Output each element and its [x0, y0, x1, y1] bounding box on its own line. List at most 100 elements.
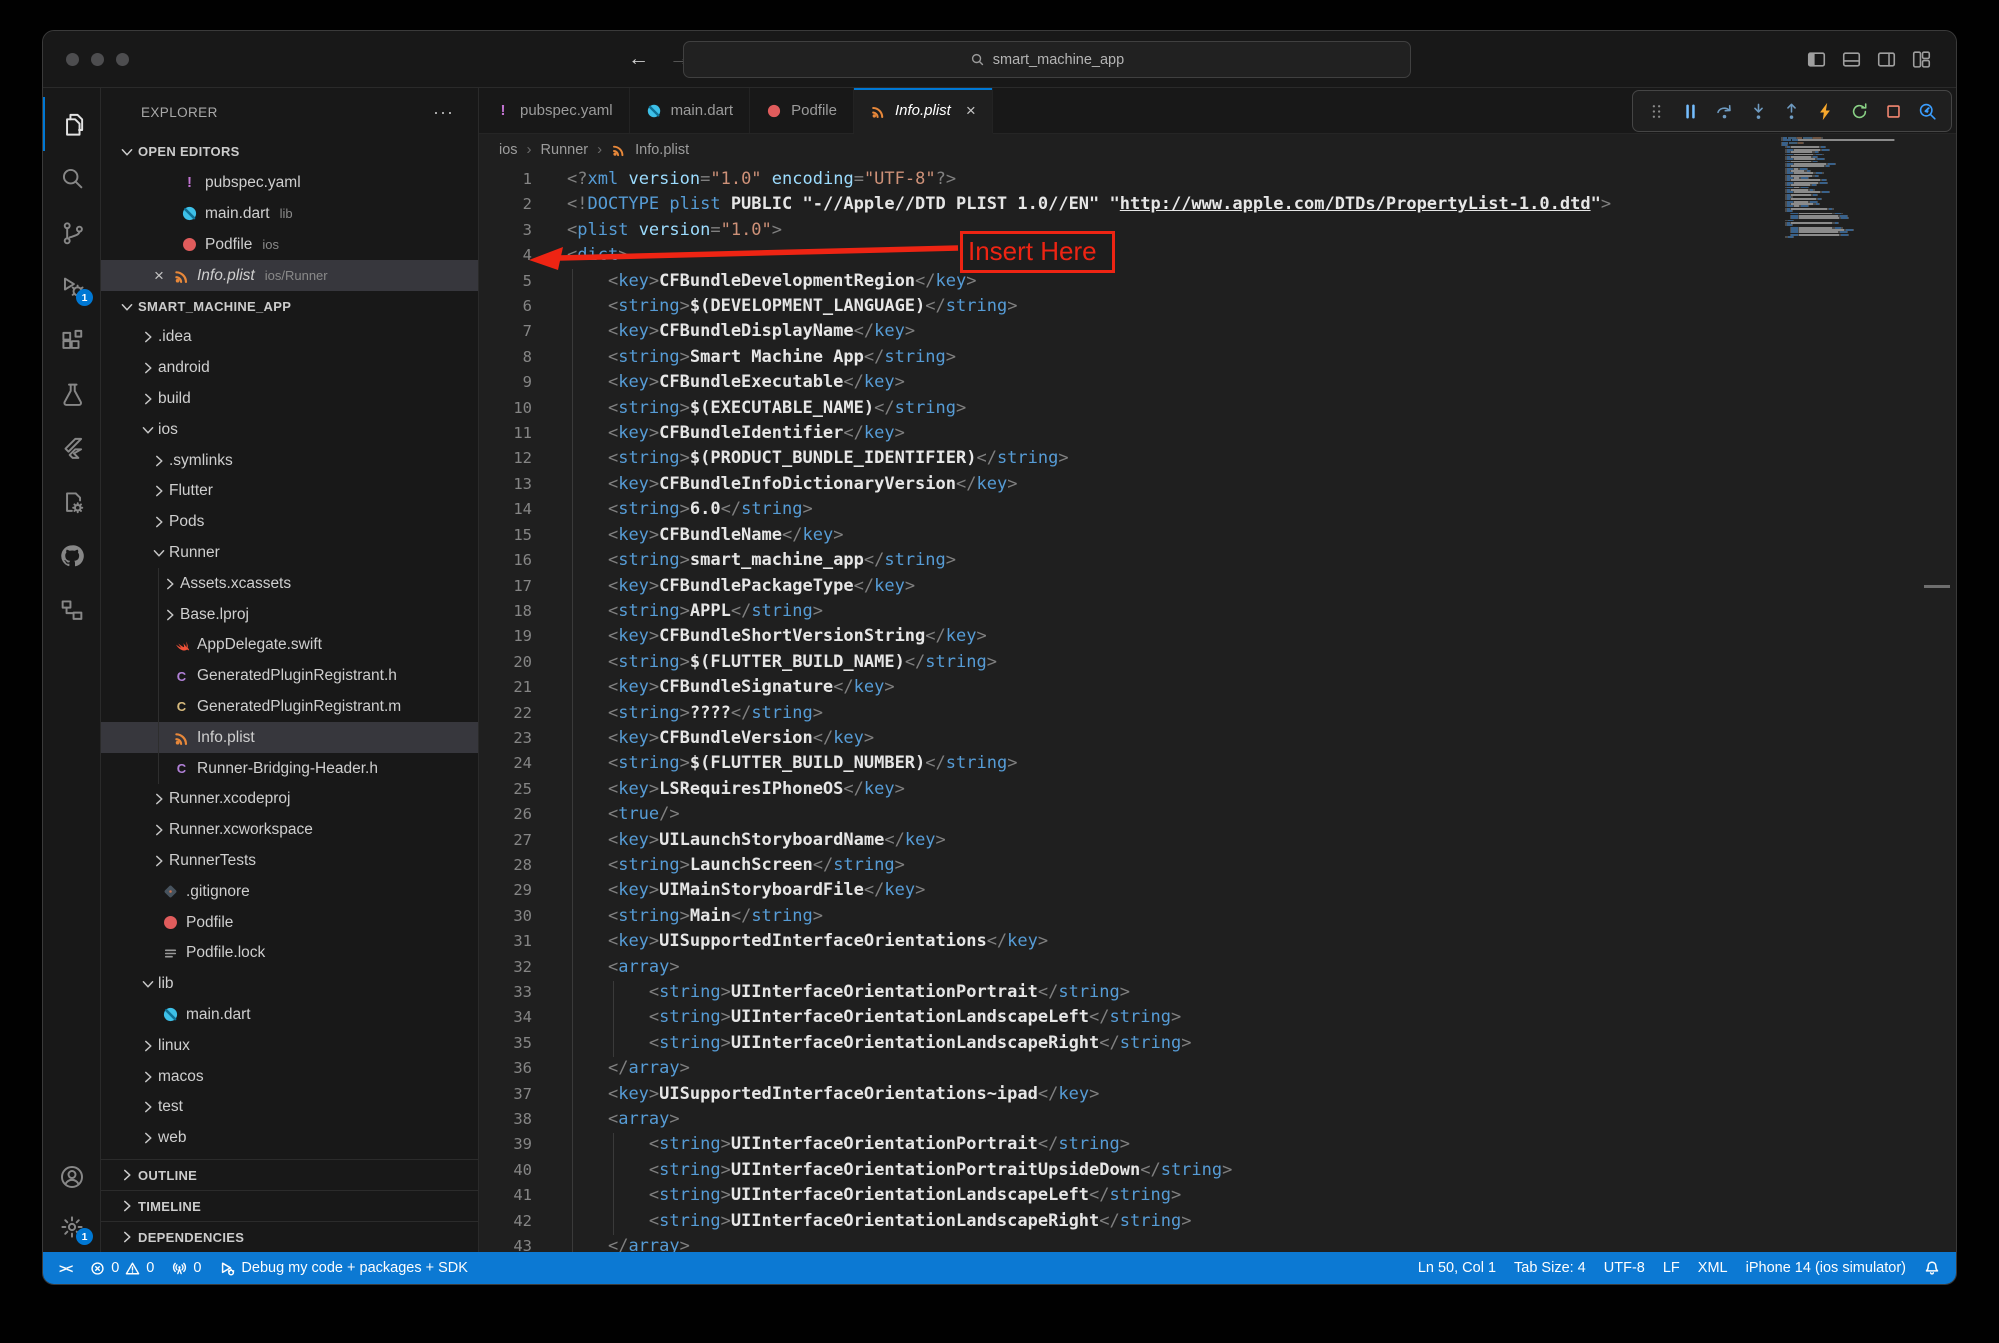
- close-window-button[interactable]: [66, 53, 79, 66]
- code-line: 24 <string>$(FLUTTER_BUILD_NUMBER)</stri…: [479, 751, 1956, 776]
- close-icon[interactable]: ×: [151, 268, 167, 284]
- tree-item-web[interactable]: web: [101, 1123, 478, 1154]
- tree-item-android[interactable]: android: [101, 353, 478, 384]
- line-number: 29: [479, 878, 532, 903]
- activity-item-flutter[interactable]: [43, 421, 100, 475]
- breadcrumb-item[interactable]: Runner: [541, 142, 589, 158]
- status-language-mode[interactable]: XML: [1698, 1260, 1728, 1276]
- close-icon[interactable]: ×: [966, 101, 976, 121]
- status-eol[interactable]: LF: [1663, 1260, 1680, 1276]
- hot-reload-icon[interactable]: [1815, 101, 1836, 122]
- open-editor-item[interactable]: Podfileios: [101, 229, 478, 260]
- status-tab-size[interactable]: Tab Size: 4: [1514, 1260, 1586, 1276]
- code-line: 29 <key>UIMainStoryboardFile</key>: [479, 878, 1956, 903]
- activity-item-accounts[interactable]: [43, 1152, 100, 1202]
- scrollbar-mark[interactable]: [1924, 585, 1950, 588]
- tab-label: Info.plist: [895, 102, 951, 119]
- activity-item-references[interactable]: [43, 583, 100, 637]
- tree-item-label: macos: [158, 1068, 204, 1086]
- code-line: 13 <key>CFBundleInfoDictionaryVersion</k…: [479, 472, 1956, 497]
- toggle-panel-icon[interactable]: [1841, 49, 1862, 70]
- gripper-icon[interactable]: [1646, 101, 1667, 122]
- status-encoding[interactable]: UTF-8: [1604, 1260, 1645, 1276]
- tree-item-lib[interactable]: lib: [101, 969, 478, 1000]
- minimap[interactable]: [1781, 137, 1927, 238]
- tree-item-ios[interactable]: ios: [101, 414, 478, 445]
- tree-item-pods[interactable]: Pods: [101, 507, 478, 538]
- problems-status[interactable]: 00: [90, 1260, 154, 1276]
- open-editor-item[interactable]: main.dartlib: [101, 198, 478, 229]
- tree-item-build[interactable]: build: [101, 384, 478, 415]
- badge: 1: [76, 289, 93, 306]
- line-number: 32: [479, 955, 532, 980]
- back-icon[interactable]: ←: [628, 47, 649, 71]
- activity-item-run-debug[interactable]: 1: [43, 259, 100, 313]
- tab-pubspec-yaml[interactable]: !pubspec.yaml: [479, 88, 630, 133]
- activity-item-extensions[interactable]: [43, 313, 100, 367]
- tree-item-label: Base.lproj: [180, 606, 249, 624]
- tree-item-flutter[interactable]: Flutter: [101, 476, 478, 507]
- references-icon: [59, 597, 85, 623]
- activity-item-source-control[interactable]: [43, 205, 100, 259]
- line-content: </array>: [532, 1234, 690, 1252]
- tree-item-podfile[interactable]: Podfile: [101, 907, 478, 938]
- step-into-icon[interactable]: [1748, 101, 1769, 122]
- inspector-icon[interactable]: [1917, 101, 1938, 122]
- customize-layout-icon[interactable]: [1911, 49, 1932, 70]
- breadcrumb-item[interactable]: Info.plist: [635, 142, 689, 158]
- status-device-target[interactable]: iPhone 14 (ios simulator): [1746, 1260, 1906, 1276]
- command-center-search[interactable]: smart_machine_app: [683, 41, 1411, 78]
- notifications-bell-icon[interactable]: [1924, 1260, 1940, 1276]
- more-actions-icon[interactable]: ···: [433, 102, 454, 123]
- open-editor-item[interactable]: !pubspec.yaml: [101, 167, 478, 198]
- tab-podfile[interactable]: Podfile: [750, 88, 854, 133]
- plist-file-icon: [870, 103, 886, 119]
- tree-item-test[interactable]: test: [101, 1092, 478, 1123]
- debug-configuration[interactable]: Debug my code + packages + SDK: [219, 1260, 468, 1276]
- sidebar-section-dependencies[interactable]: DEPENDENCIES: [101, 1221, 478, 1252]
- tree-item-runner-xcworkspace[interactable]: Runner.xcworkspace: [101, 815, 478, 846]
- toggle-primary-sidebar-icon[interactable]: [1806, 49, 1827, 70]
- line-content: <string>LaunchScreen</string>: [532, 853, 905, 878]
- minimize-window-button[interactable]: [91, 53, 104, 66]
- maximize-window-button[interactable]: [116, 53, 129, 66]
- pause-icon[interactable]: [1680, 101, 1701, 122]
- sidebar-section-timeline[interactable]: TIMELINE: [101, 1190, 478, 1221]
- toggle-secondary-sidebar-icon[interactable]: [1876, 49, 1897, 70]
- line-content: <key>CFBundlePackageType</key>: [532, 574, 915, 599]
- activity-item-settings[interactable]: 1: [43, 1202, 100, 1252]
- status-cursor-position[interactable]: Ln 50, Col 1: [1418, 1260, 1496, 1276]
- open-editors-header[interactable]: OPEN EDITORS: [101, 136, 478, 167]
- project-root-header[interactable]: SMART_MACHINE_APP: [101, 291, 478, 322]
- tree-item-runner[interactable]: Runner: [101, 538, 478, 569]
- restart-icon[interactable]: [1849, 101, 1870, 122]
- tree-item-runner-xcodeproj[interactable]: Runner.xcodeproj: [101, 784, 478, 815]
- ports-status[interactable]: 0: [172, 1260, 201, 1276]
- activity-item-file-settings[interactable]: [43, 475, 100, 529]
- activity-item-github[interactable]: [43, 529, 100, 583]
- tab-main-dart[interactable]: main.dart: [630, 88, 751, 133]
- tree-item-main-dart[interactable]: main.dart: [101, 1000, 478, 1031]
- tree-item-podfile-lock[interactable]: Podfile.lock: [101, 938, 478, 969]
- activity-item-explorer[interactable]: [43, 97, 100, 151]
- activity-item-testing[interactable]: [43, 367, 100, 421]
- step-out-icon[interactable]: [1781, 101, 1802, 122]
- breadcrumb-item[interactable]: ios: [499, 142, 518, 158]
- code-editor[interactable]: 1<?xml version="1.0" encoding="UTF-8"?>2…: [479, 164, 1956, 1252]
- tab-info-plist[interactable]: Info.plist ×: [854, 88, 993, 134]
- tree-item-macos[interactable]: macos: [101, 1061, 478, 1092]
- open-editor-item[interactable]: ×Info.plistios/Runner: [101, 260, 478, 291]
- remote-indicator[interactable]: ><: [59, 1261, 72, 1276]
- step-over-icon[interactable]: [1714, 101, 1735, 122]
- sidebar-section-outline[interactable]: OUTLINE: [101, 1159, 478, 1190]
- code-line: 5 <key>CFBundleDevelopmentRegion</key>: [479, 269, 1956, 294]
- line-content: <key>CFBundleInfoDictionaryVersion</key>: [532, 472, 1017, 497]
- activity-item-search[interactable]: [43, 151, 100, 205]
- tree-item--idea[interactable]: .idea: [101, 322, 478, 353]
- tree-item-runnertests[interactable]: RunnerTests: [101, 846, 478, 877]
- tree-item--symlinks[interactable]: .symlinks: [101, 445, 478, 476]
- tree-item--gitignore[interactable]: .gitignore: [101, 876, 478, 907]
- line-content: <key>CFBundleIdentifier</key>: [532, 421, 905, 446]
- stop-icon[interactable]: [1883, 101, 1904, 122]
- tree-item-linux[interactable]: linux: [101, 1030, 478, 1061]
